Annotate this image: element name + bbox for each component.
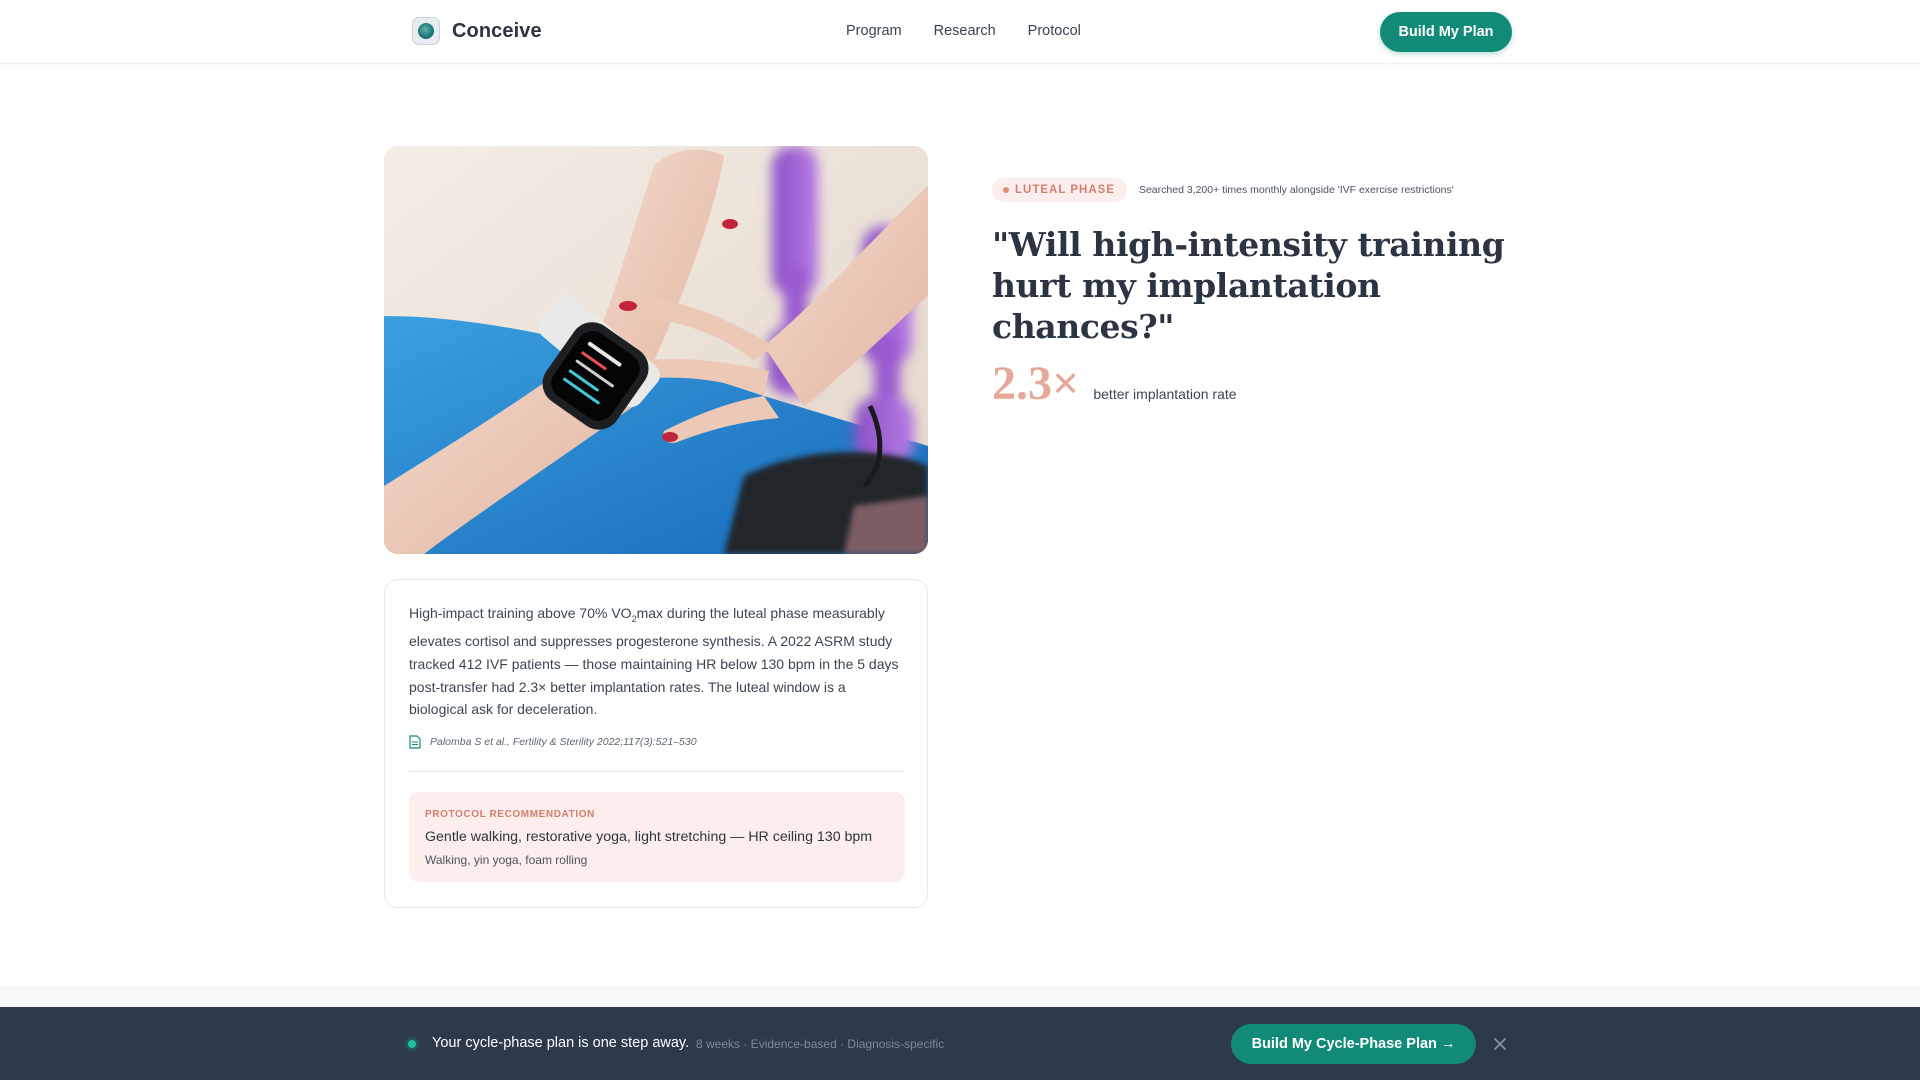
protocol-recommendation: PROTOCOL RECOMMENDATION Gentle walking, … — [409, 792, 905, 882]
nav-research[interactable]: Research — [934, 23, 996, 39]
smartwatch-wrist-photo-icon — [384, 146, 928, 554]
page-headline: "Will high-intensity training hurt my im… — [992, 225, 1505, 346]
phase-dot-icon — [1003, 187, 1009, 193]
brand-name: Conceive — [452, 19, 542, 42]
nav-protocol[interactable]: Protocol — [1028, 23, 1081, 39]
logo-icon — [412, 17, 440, 45]
nav-program[interactable]: Program — [846, 23, 902, 39]
phase-meta: Searched 3,200+ times monthly alongside … — [1138, 184, 1454, 196]
card-divider — [409, 771, 905, 772]
citation-text: Palomba S et al., Fertility & Sterility … — [430, 736, 697, 748]
build-my-plan-button[interactable]: Build My Plan — [1380, 12, 1512, 52]
reco-label: PROTOCOL RECOMMENDATION — [425, 809, 595, 820]
site-header: Conceive Program Research Protocol Build… — [0, 0, 1920, 64]
stat-block: 2.3× better implantation rate — [992, 356, 1237, 411]
stat-value: 2.3× — [992, 357, 1080, 410]
phase-badge: LUTEAL PHASE — [992, 178, 1127, 202]
cta-bar-message: Your cycle-phase plan is one step away. — [432, 1035, 690, 1051]
sticky-cta-bar: Your cycle-phase plan is one step away. … — [0, 1007, 1920, 1080]
document-icon — [409, 735, 421, 749]
citation[interactable]: Palomba S et al., Fertility & Sterility … — [409, 735, 697, 749]
hero-image — [384, 146, 928, 554]
status-dot-icon — [408, 1040, 416, 1048]
stat-label: better implantation rate — [1093, 386, 1237, 402]
phase-badge-label: LUTEAL PHASE — [1015, 184, 1115, 196]
section-band — [0, 986, 1920, 1008]
reco-subtitle: Walking, yin yoga, foam rolling — [425, 853, 588, 867]
close-icon[interactable] — [1492, 1036, 1508, 1052]
brand-logo[interactable]: Conceive — [412, 17, 542, 45]
article-card: High-impact training above 70% VO2max du… — [384, 579, 928, 908]
article-body: High-impact training above 70% VO2max du… — [409, 605, 899, 718]
phase-row: LUTEAL PHASE Searched 3,200+ times month… — [992, 178, 1454, 202]
build-cycle-phase-plan-button[interactable]: Build My Cycle-Phase Plan → — [1231, 1024, 1476, 1064]
cta-bar-meta: 8 weeks · Evidence-based · Diagnosis-spe… — [696, 1037, 945, 1051]
reco-title: Gentle walking, restorative yoga, light … — [425, 829, 873, 845]
main-nav: Program Research Protocol — [846, 23, 1081, 39]
